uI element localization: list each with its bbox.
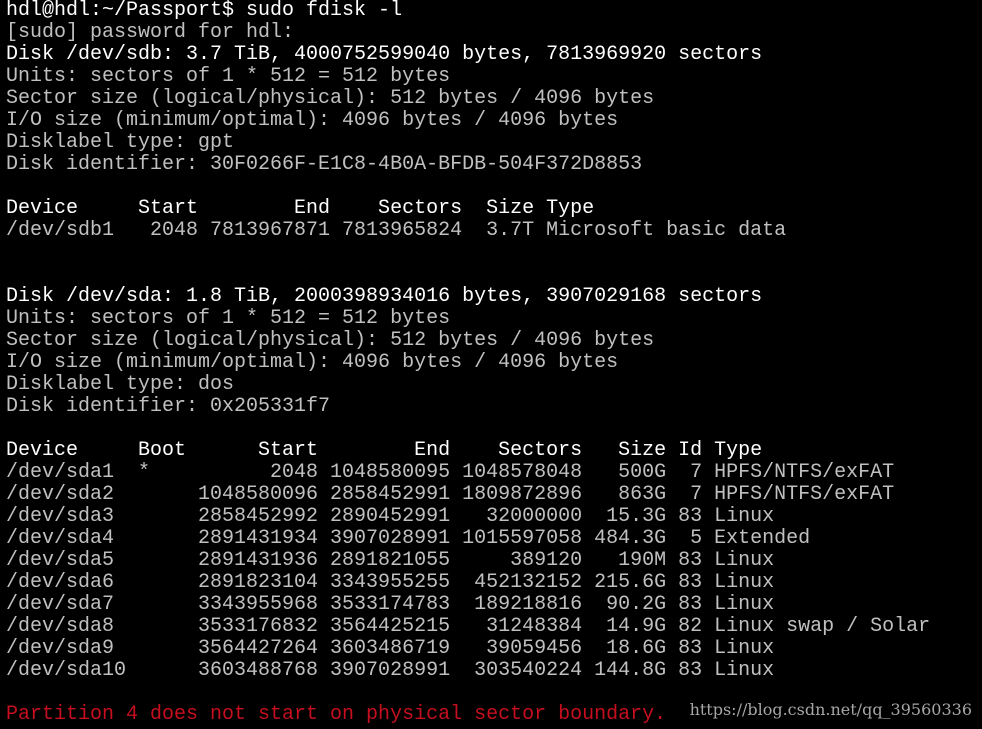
terminal-line: /dev/sda2 1048580096 2858452991 18098728… [6, 483, 895, 506]
terminal-line: Sector size (logical/physical): 512 byte… [6, 329, 655, 352]
terminal-line: /dev/sda9 3564427264 3603486719 39059456… [6, 637, 775, 660]
terminal-line: I/O size (minimum/optimal): 4096 bytes /… [6, 109, 619, 132]
terminal-line: /dev/sda5 2891431936 2891821055 389120 1… [6, 549, 775, 572]
terminal-line: Units: sectors of 1 * 512 = 512 bytes [6, 307, 451, 330]
terminal-line: Disk identifier: 30F0266F-E1C8-4B0A-BFDB… [6, 153, 643, 176]
terminal-line: /dev/sda3 2858452992 2890452991 32000000… [6, 505, 775, 528]
terminal-line: Units: sectors of 1 * 512 = 512 bytes [6, 65, 451, 88]
terminal-line: Device Boot Start End Sectors Size Id Ty… [6, 439, 763, 462]
terminal-output[interactable]: hdl@hdl:~/Passport$ sudo fdisk -l [sudo] … [6, 0, 976, 726]
terminal-line: Disklabel type: dos [6, 373, 235, 396]
terminal-line: /dev/sda4 2891431934 3907028991 10155970… [6, 527, 811, 550]
watermark: https://blog.csdn.net/qq_39560336 [689, 700, 972, 719]
terminal-line: Sector size (logical/physical): 512 byte… [6, 87, 655, 110]
terminal-line: /dev/sda8 3533176832 3564425215 31248384… [6, 615, 931, 638]
terminal-line: I/O size (minimum/optimal): 4096 bytes /… [6, 351, 619, 374]
terminal-line: /dev/sda10 3603488768 3907028991 3035402… [6, 659, 775, 682]
terminal-line: Disk identifier: 0x205331f7 [6, 395, 331, 418]
terminal-line: hdl@hdl:~/Passport$ sudo fdisk -l [6, 0, 403, 22]
terminal-line: /dev/sda1 * 2048 1048580095 1048578048 5… [6, 461, 895, 484]
terminal-line: [sudo] password for hdl: [6, 21, 295, 44]
terminal-line: /dev/sdb1 2048 7813967871 7813965824 3.7… [6, 219, 787, 242]
terminal-line: Device Start End Sectors Size Type [6, 197, 595, 220]
terminal-line: /dev/sda7 3343955968 3533174783 18921881… [6, 593, 775, 616]
terminal-line: Disklabel type: gpt [6, 131, 235, 154]
terminal-line: Disk /dev/sdb: 3.7 TiB, 4000752599040 by… [6, 43, 763, 66]
terminal-line: /dev/sda6 2891823104 3343955255 45213215… [6, 571, 775, 594]
terminal-line: Disk /dev/sda: 1.8 TiB, 2000398934016 by… [6, 285, 763, 308]
